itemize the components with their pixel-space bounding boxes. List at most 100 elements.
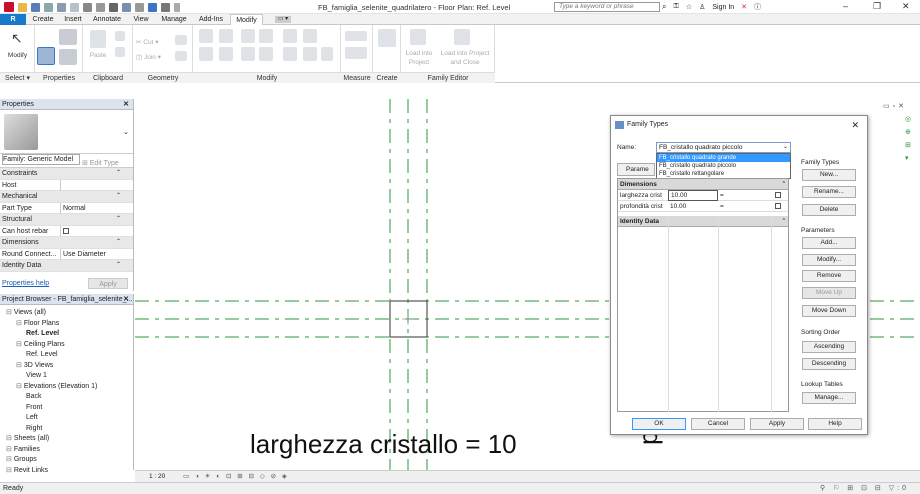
browser-tree-item[interactable]: View 1 (0, 371, 133, 382)
load-into-project-button[interactable]: Load into Project (402, 49, 436, 67)
name-select[interactable]: FB_cristallo quadrato piccolo ⌄ (656, 142, 791, 153)
tab-view[interactable]: View (128, 14, 154, 25)
close-icon[interactable]: ✕ (902, 1, 910, 12)
tab-insert[interactable]: Insert (60, 14, 86, 25)
chevron-down-icon[interactable]: ⌄ (783, 143, 788, 152)
user-icon[interactable]: ♙ (699, 3, 705, 11)
browser-tree-item[interactable]: ⊟ Floor Plans (0, 319, 133, 330)
expand-icon[interactable]: ⊟ (6, 467, 14, 474)
mirror-pick-icon[interactable] (241, 29, 255, 43)
lock-checkbox-icon[interactable] (775, 192, 781, 198)
tab-annotate[interactable]: Annotate (89, 14, 125, 25)
dropdown-option[interactable]: FB_cristallo rettangolare (657, 170, 790, 178)
type-selector[interactable]: ⌄ (0, 110, 133, 154)
collapse-icon[interactable]: ⌃ (116, 214, 121, 226)
identity-group-header[interactable]: Identity Data ⌃ (618, 216, 788, 227)
load-into-project-icon[interactable] (410, 29, 426, 45)
help-icon[interactable]: ⓘ (754, 2, 761, 12)
3d-view-icon[interactable] (122, 2, 131, 12)
select-panel-label[interactable]: Select ▾ (0, 72, 35, 83)
load-and-close-icon[interactable] (454, 29, 470, 45)
selection-filters[interactable]: ⚲ ⚐ ⊞ ⊡ ⊟ ▽:0 (820, 483, 909, 494)
browser-tree-item[interactable]: ⊟ Families (0, 445, 133, 456)
binoculars-icon[interactable]: ⌕ (662, 2, 666, 12)
expand-icon[interactable]: ⊟ (6, 446, 14, 453)
dimensions-group-header[interactable]: Dimensions ⌃ (618, 179, 788, 190)
match-icon[interactable] (115, 47, 125, 57)
dimension-icon[interactable] (345, 47, 367, 59)
chevron-down-icon[interactable]: ⌄ (123, 128, 129, 136)
tab-manage[interactable]: Manage (157, 14, 191, 25)
modify-button[interactable]: Modify (0, 52, 35, 59)
filter-icon[interactable]: ▽ (889, 485, 897, 492)
sign-in-link[interactable]: Sign In (712, 4, 734, 11)
family-types-icon[interactable] (59, 49, 77, 65)
close-properties-icon[interactable]: ✕ (123, 99, 129, 110)
redo-icon[interactable] (70, 2, 79, 12)
move-icon[interactable] (199, 47, 213, 61)
tab-create[interactable]: Create (29, 14, 57, 25)
move-down-button[interactable]: Move Down (802, 305, 856, 317)
split-icon[interactable] (283, 29, 297, 43)
paste-button[interactable]: Paste (83, 52, 113, 59)
browser-tree-item[interactable]: ⊟ Views (all) (0, 308, 133, 319)
cut-button[interactable]: ✂ Cut ▾ (136, 38, 158, 46)
minimize-icon[interactable]: – (843, 1, 848, 11)
align-icon[interactable] (199, 29, 213, 43)
browser-tree-item[interactable]: ⊟ 3D Views (0, 361, 133, 372)
collapse-icon[interactable]: ⌃ (116, 237, 121, 249)
browser-tree-item[interactable]: Right (0, 424, 133, 435)
property-row[interactable]: Round Connect... Use Diameter (0, 248, 133, 260)
paste-icon[interactable] (90, 30, 106, 48)
parameter-formula[interactable]: = (720, 201, 724, 212)
subscription-icon[interactable]: ⚿ (673, 3, 678, 11)
section-icon[interactable] (135, 2, 144, 12)
pan-icon[interactable]: ⊞ (905, 141, 915, 149)
browser-tree-item[interactable]: ⊟ Ceiling Plans (0, 340, 133, 351)
expand-icon[interactable]: ⊟ (16, 362, 24, 369)
ok-button[interactable]: OK (632, 418, 686, 430)
property-row[interactable]: Can host rebar (0, 225, 133, 237)
add-parameter-button[interactable]: Add... (802, 237, 856, 249)
move-up-button[interactable]: Move Up (802, 287, 856, 299)
new-type-button[interactable]: New... (802, 169, 856, 181)
family-category-icon[interactable] (59, 29, 77, 45)
thin-lines-icon[interactable] (148, 2, 157, 12)
delete-type-button[interactable]: Delete (802, 204, 856, 216)
search-input[interactable]: Type a keyword or phrase (554, 2, 660, 12)
apply-dialog-button[interactable]: Apply (750, 418, 804, 430)
property-section-header[interactable]: Constraints ⌃ (0, 168, 133, 180)
mirror-draw-icon[interactable] (259, 29, 273, 43)
copy-icon[interactable] (115, 31, 125, 41)
collapse-icon[interactable]: ⌃ (116, 168, 121, 180)
delete-icon[interactable] (321, 47, 333, 61)
ribbon-toggle-icon[interactable]: ▭ ▾ (275, 16, 291, 23)
collapse-icon[interactable]: ⌃ (782, 179, 786, 190)
parameter-value-input[interactable]: 10.00 (668, 201, 718, 212)
dropdown-option[interactable]: FB_cristallo quadrato grande (657, 154, 790, 162)
revit-logo-icon[interactable] (4, 2, 14, 12)
descending-button[interactable]: Descending (802, 358, 856, 370)
property-section-header[interactable]: Structural ⌃ (0, 214, 133, 226)
dropdown-option[interactable]: FB_cristallo quadrato piccolo (657, 162, 790, 170)
nav-options-icon[interactable]: ▾ (905, 154, 915, 162)
sync-icon[interactable] (44, 2, 53, 12)
join-button[interactable]: ◫ Join ▾ (136, 53, 161, 61)
favorites-icon[interactable]: ☆ (686, 3, 692, 11)
browser-tree-item[interactable]: Left (0, 413, 133, 424)
print-icon[interactable] (83, 2, 92, 12)
geometry-tool-icon[interactable] (175, 35, 187, 45)
browser-tree-item[interactable]: Front (0, 403, 133, 414)
expand-icon[interactable]: ⊟ (6, 456, 14, 463)
tab-add-ins[interactable]: Add-Ins (194, 14, 228, 25)
restore-icon[interactable]: ❐ (873, 1, 881, 12)
property-row[interactable]: Host (0, 179, 133, 191)
trim-icon[interactable] (259, 47, 273, 61)
browser-tree-item[interactable]: ⊟ Elevations (Elevation 1) (0, 382, 133, 393)
dialog-close-icon[interactable]: ✕ (851, 116, 859, 134)
collapse-icon[interactable]: ⌃ (782, 216, 786, 227)
steering-wheel-icon[interactable]: ◎ (905, 115, 915, 123)
expand-icon[interactable]: ⊟ (16, 341, 24, 348)
parameter-formula[interactable]: = (720, 190, 724, 201)
family-type-select[interactable]: Family: Generic Model (2, 154, 80, 165)
